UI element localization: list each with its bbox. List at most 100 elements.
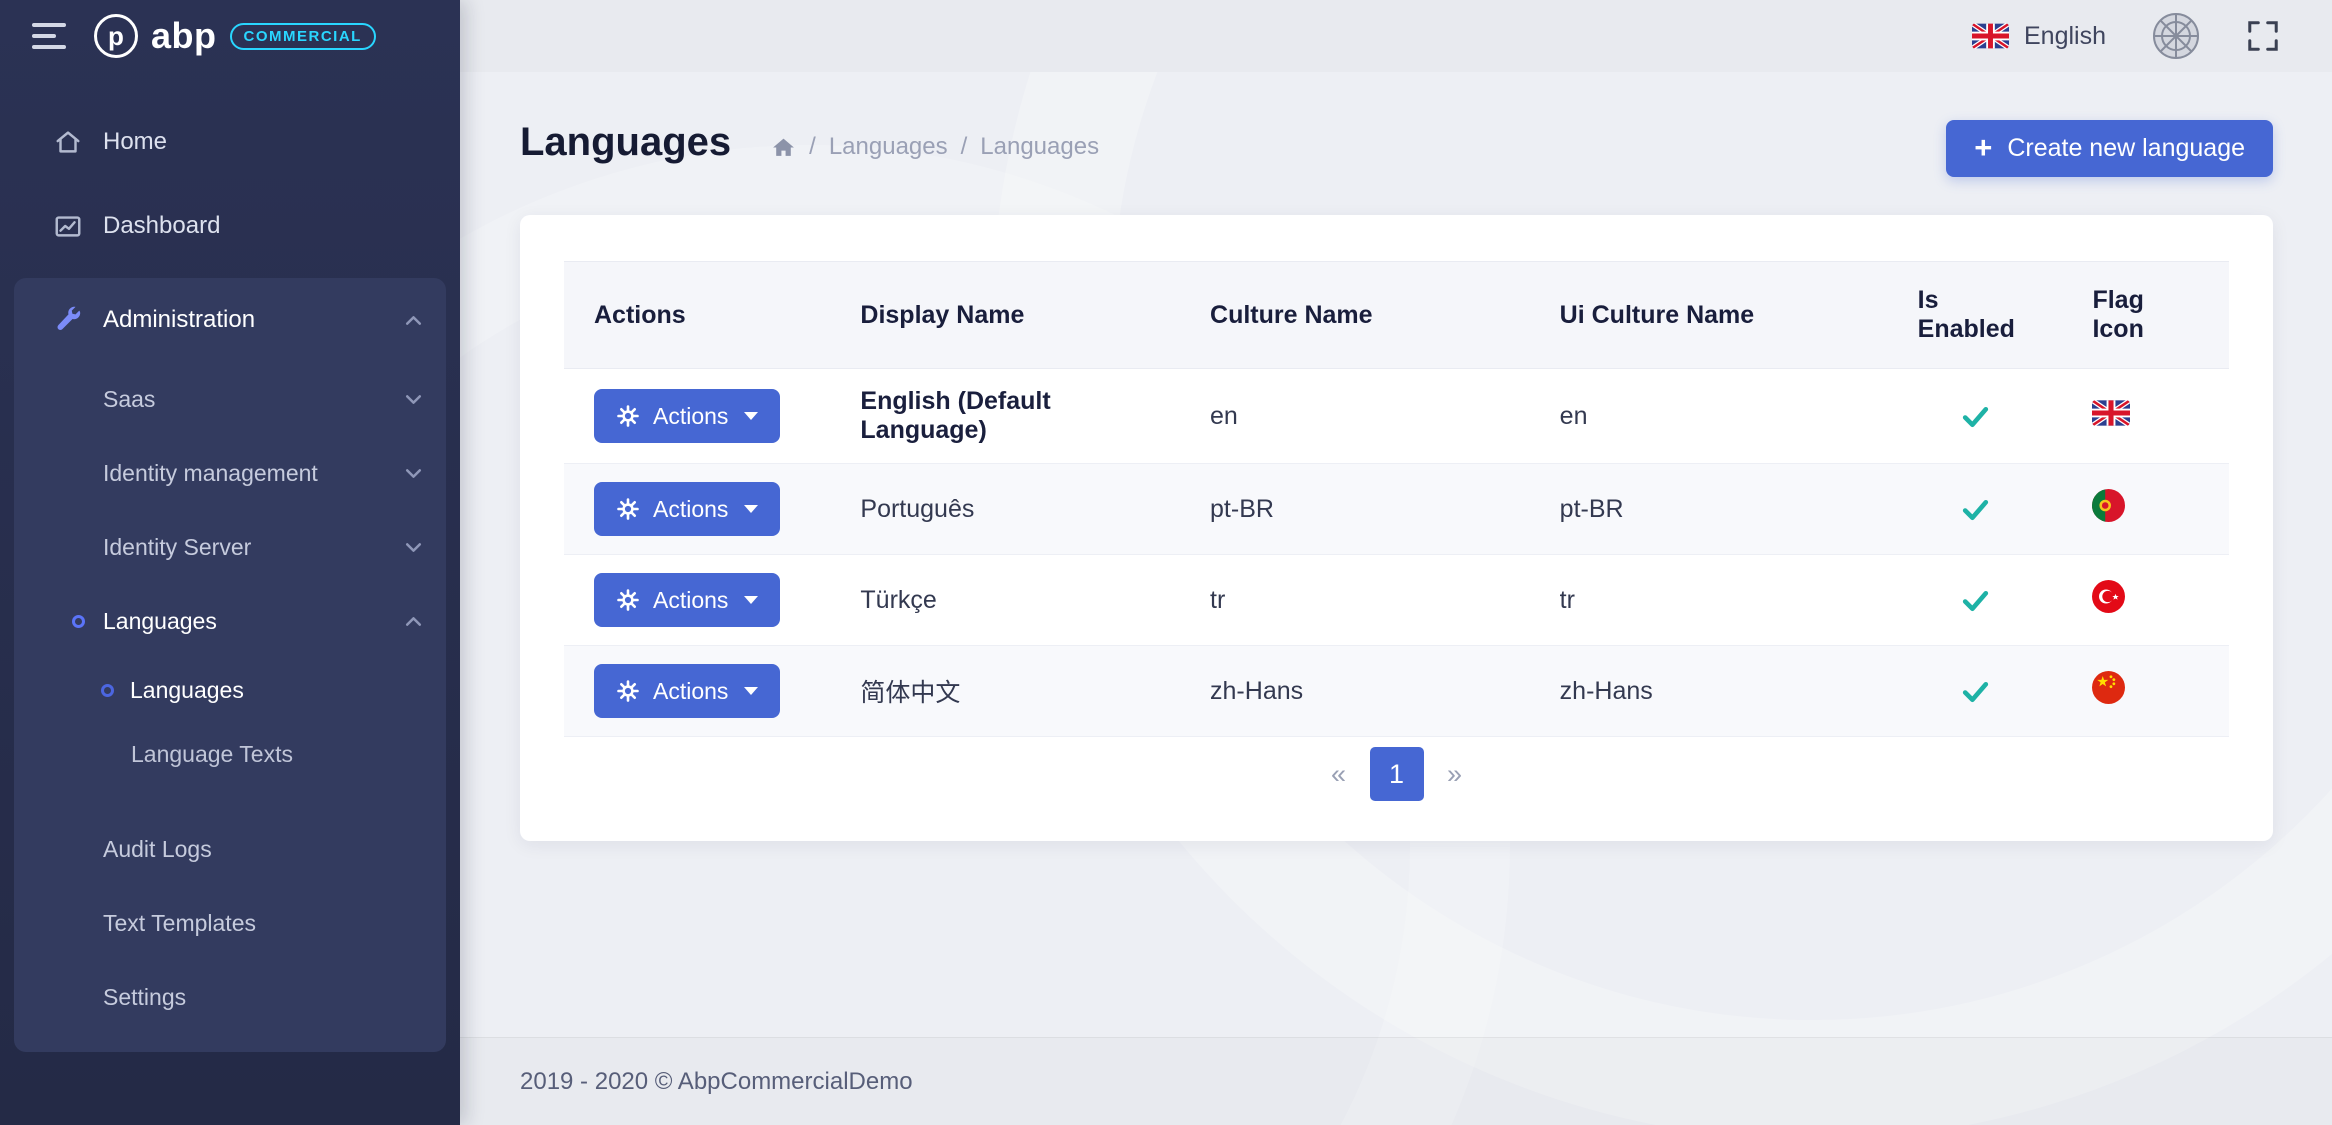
turkey-flag-icon xyxy=(2092,580,2125,613)
is-enabled-cell xyxy=(1888,555,2063,646)
copyright-text: 2019 - 2020 © AbpCommercialDemo xyxy=(520,1068,913,1096)
sidebar-menu: Home Dashboard Administration xyxy=(0,72,460,1052)
caret-down-icon xyxy=(744,596,758,604)
dashboard-chart-icon xyxy=(53,211,83,241)
breadcrumb-separator: / xyxy=(961,133,968,161)
sidebar-item-home[interactable]: Home xyxy=(14,100,446,184)
is-enabled-cell xyxy=(1888,464,2063,555)
sidebar-item-label: Settings xyxy=(103,984,186,1011)
gear-icon xyxy=(616,679,640,703)
actions-dropdown-button[interactable]: Actions xyxy=(594,664,780,718)
sidebar-item-label: Language Texts xyxy=(131,741,293,768)
sidebar-item-label: Identity Server xyxy=(103,534,251,561)
menu-toggle-icon[interactable] xyxy=(32,23,66,49)
caret-down-icon xyxy=(744,412,758,420)
sidebar-item-audit-logs[interactable]: Audit Logs xyxy=(14,812,446,886)
create-new-language-button[interactable]: + Create new language xyxy=(1946,120,2273,177)
bullet-icon xyxy=(101,684,114,697)
actions-button-label: Actions xyxy=(653,496,728,523)
user-avatar[interactable] xyxy=(2152,12,2200,60)
home-icon xyxy=(53,127,83,157)
actions-dropdown-button[interactable]: Actions xyxy=(594,389,780,443)
culture-name-cell: zh-Hans xyxy=(1180,646,1530,737)
page-header: Languages / Languages / Languages + Crea… xyxy=(520,72,2273,177)
language-label: English xyxy=(2024,22,2106,51)
chevron-up-icon xyxy=(403,310,424,331)
actions-button-label: Actions xyxy=(653,678,728,705)
sidebar-item-label: Languages xyxy=(130,677,244,704)
flag-cell xyxy=(2062,555,2229,646)
culture-name-cell: en xyxy=(1180,369,1530,464)
culture-name-cell: pt-BR xyxy=(1180,464,1530,555)
column-header-actions: Actions xyxy=(564,262,830,369)
sidebar-item-label: Saas xyxy=(103,386,155,413)
sidebar-item-administration[interactable]: Administration xyxy=(14,278,446,362)
ui-culture-name-cell: tr xyxy=(1530,555,1888,646)
column-header-display-name: Display Name xyxy=(830,262,1180,369)
pagination-prev-button[interactable]: « xyxy=(1312,747,1366,801)
sidebar-item-languages-child[interactable]: Languages xyxy=(14,658,446,722)
app-root: p abp COMMERCIAL Home Dashboard xyxy=(0,0,2332,1125)
plus-icon: + xyxy=(1974,132,1992,163)
page-content: Languages / Languages / Languages + Crea… xyxy=(460,72,2332,1037)
check-icon xyxy=(1959,401,1992,429)
chevron-up-icon xyxy=(403,611,424,632)
actions-dropdown-button[interactable]: Actions xyxy=(594,573,780,627)
check-icon xyxy=(1959,494,1992,522)
ui-culture-name-cell: zh-Hans xyxy=(1530,646,1888,737)
sidebar-item-dashboard[interactable]: Dashboard xyxy=(14,184,446,268)
display-name-cell: English (Default Language) xyxy=(830,369,1180,464)
uk-flag-icon xyxy=(2092,400,2130,426)
sidebar: p abp COMMERCIAL Home Dashboard xyxy=(0,0,460,1125)
flag-cell xyxy=(2062,464,2229,555)
breadcrumb-item[interactable]: Languages xyxy=(829,133,948,161)
display-name-cell: Türkçe xyxy=(830,555,1180,646)
dot-icon xyxy=(72,615,85,628)
languages-table: Actions Display Name Culture Name Ui Cul… xyxy=(564,261,2229,737)
logo-text: abp xyxy=(151,15,217,57)
page-title: Languages xyxy=(520,120,731,165)
column-header-flag-icon: Flag Icon xyxy=(2062,262,2229,369)
sidebar-item-settings[interactable]: Settings xyxy=(14,960,446,1034)
sidebar-item-saas[interactable]: Saas xyxy=(14,362,446,436)
table-row: Actions Português pt-BR pt-BR xyxy=(564,464,2229,555)
menu-spacer xyxy=(14,786,446,812)
sidebar-item-text-templates[interactable]: Text Templates xyxy=(14,886,446,960)
sidebar-item-identity-management[interactable]: Identity management xyxy=(14,436,446,510)
caret-down-icon xyxy=(744,687,758,695)
home-icon[interactable] xyxy=(771,135,796,160)
breadcrumb-separator: / xyxy=(809,133,816,161)
create-button-label: Create new language xyxy=(2007,134,2245,163)
sidebar-header: p abp COMMERCIAL xyxy=(0,0,460,72)
language-picker[interactable]: English xyxy=(1972,22,2106,51)
sidebar-item-label: Audit Logs xyxy=(103,836,212,863)
pagination-next-button[interactable]: » xyxy=(1428,747,1482,801)
table-row: Actions Türkçe tr tr xyxy=(564,555,2229,646)
main-area: English Languages / Languages / Langu xyxy=(460,0,2332,1125)
ui-culture-name-cell: pt-BR xyxy=(1530,464,1888,555)
gear-icon xyxy=(616,497,640,521)
sidebar-item-label: Administration xyxy=(103,306,255,334)
portugal-flag-icon xyxy=(2092,489,2125,522)
is-enabled-cell xyxy=(1888,646,2063,737)
languages-card: Actions Display Name Culture Name Ui Cul… xyxy=(520,215,2273,841)
column-header-ui-culture-name: Ui Culture Name xyxy=(1530,262,1888,369)
chevron-down-icon xyxy=(403,537,424,558)
culture-name-cell: tr xyxy=(1180,555,1530,646)
sidebar-item-label: Identity management xyxy=(103,460,318,487)
sidebar-item-language-texts[interactable]: Language Texts xyxy=(14,722,446,786)
sidebar-item-languages[interactable]: Languages xyxy=(14,584,446,658)
caret-down-icon xyxy=(744,505,758,513)
table-row: Actions English (Default Language) en en xyxy=(564,369,2229,464)
flag-cell xyxy=(2062,646,2229,737)
sidebar-item-identity-server[interactable]: Identity Server xyxy=(14,510,446,584)
actions-dropdown-button[interactable]: Actions xyxy=(594,482,780,536)
commercial-badge: COMMERCIAL xyxy=(230,23,376,50)
uk-flag-icon xyxy=(1972,23,2009,49)
display-name-cell: Português xyxy=(830,464,1180,555)
pagination-page-1[interactable]: 1 xyxy=(1370,747,1424,801)
actions-button-label: Actions xyxy=(653,403,728,430)
display-name-cell: 简体中文 xyxy=(830,646,1180,737)
fullscreen-icon[interactable] xyxy=(2246,19,2280,53)
app-logo[interactable]: p abp COMMERCIAL xyxy=(94,14,376,58)
